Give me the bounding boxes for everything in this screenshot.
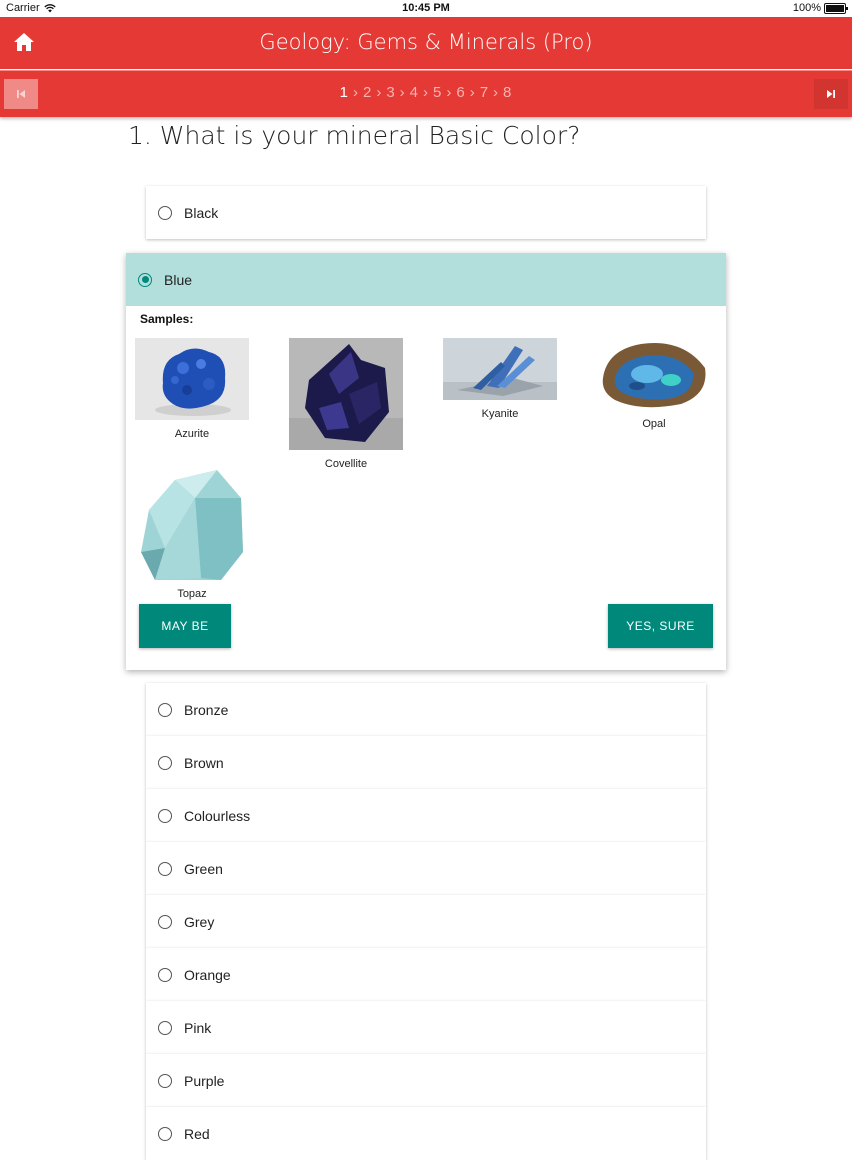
option-label: Colourless bbox=[184, 807, 251, 824]
option-black[interactable]: Black bbox=[146, 186, 706, 239]
radio-icon bbox=[158, 205, 172, 220]
step-navigation: 1 › 2 › 3 › 4 › 5 › 6 › 7 › 8 bbox=[0, 70, 852, 117]
step-6[interactable]: 6 bbox=[456, 84, 465, 101]
topaz-image bbox=[135, 468, 249, 580]
azurite-image bbox=[135, 338, 249, 420]
last-step-button[interactable] bbox=[814, 79, 848, 109]
radio-icon bbox=[158, 861, 172, 876]
step-4[interactable]: 4 bbox=[410, 84, 419, 101]
radio-icon bbox=[158, 1126, 172, 1141]
radio-icon bbox=[158, 1073, 172, 1088]
option-purple[interactable]: Purple bbox=[146, 1054, 706, 1107]
chevron-right-icon: › bbox=[352, 84, 359, 101]
battery-indicator: 100% bbox=[792, 2, 848, 14]
kyanite-image bbox=[443, 338, 557, 400]
chevron-right-icon: › bbox=[399, 84, 406, 101]
question-title: 1. What is your mineral Basic Color? bbox=[128, 121, 581, 150]
option-label: Pink bbox=[184, 1019, 212, 1036]
sample-covellite[interactable]: Covellite bbox=[289, 338, 403, 470]
option-label: Bronze bbox=[184, 701, 229, 718]
selected-option-card: Blue Samples: Azurite Covellite Kyanite … bbox=[126, 253, 726, 670]
sample-azurite[interactable]: Azurite bbox=[135, 338, 249, 440]
radio-icon bbox=[158, 967, 172, 982]
chevron-right-icon: › bbox=[376, 84, 383, 101]
radio-icon bbox=[158, 1020, 172, 1035]
sample-kyanite[interactable]: Kyanite bbox=[443, 338, 557, 420]
radio-icon bbox=[158, 914, 172, 929]
option-label: Orange bbox=[184, 966, 231, 983]
status-bar: Carrier 10:45 PM 100% bbox=[0, 0, 852, 17]
option-grey[interactable]: Grey bbox=[146, 895, 706, 948]
sample-name: Kyanite bbox=[481, 408, 519, 420]
option-bronze[interactable]: Bronze bbox=[146, 683, 706, 736]
sample-name: Topaz bbox=[177, 588, 207, 600]
option-label: Purple bbox=[184, 1072, 225, 1089]
step-3[interactable]: 3 bbox=[386, 84, 395, 101]
maybe-button[interactable]: MAY BE bbox=[139, 604, 231, 648]
radio-icon bbox=[158, 808, 172, 823]
option-pink[interactable]: Pink bbox=[146, 1001, 706, 1054]
chevron-right-icon: › bbox=[469, 84, 476, 101]
step-8[interactable]: 8 bbox=[503, 84, 512, 101]
sample-topaz[interactable]: Topaz bbox=[135, 468, 249, 600]
option-blue[interactable]: Blue bbox=[126, 253, 726, 306]
option-label: Green bbox=[184, 860, 223, 877]
step-5[interactable]: 5 bbox=[433, 84, 442, 101]
app-title: Geology: Gems & Minerals (Pro) bbox=[259, 30, 593, 54]
radio-selected-icon bbox=[138, 272, 152, 287]
sample-opal[interactable]: Opal bbox=[597, 338, 711, 430]
battery-icon bbox=[824, 2, 848, 14]
battery-percent: 100% bbox=[792, 2, 821, 14]
chevron-right-icon: › bbox=[446, 84, 453, 101]
samples-label: Samples: bbox=[140, 312, 194, 326]
option-green[interactable]: Green bbox=[146, 842, 706, 895]
chevron-right-icon: › bbox=[493, 84, 500, 101]
option-label: Black bbox=[184, 204, 219, 221]
sample-name: Azurite bbox=[174, 428, 210, 440]
app-header: Geology: Gems & Minerals (Pro) bbox=[0, 17, 852, 69]
option-label: Blue bbox=[164, 271, 193, 288]
sample-name: Opal bbox=[642, 418, 666, 430]
option-label: Red bbox=[184, 1125, 210, 1142]
covellite-image bbox=[289, 338, 403, 450]
step-indicator: 1 › 2 › 3 › 4 › 5 › 6 › 7 › 8 bbox=[0, 84, 852, 101]
step-2[interactable]: 2 bbox=[363, 84, 372, 101]
option-brown[interactable]: Brown bbox=[146, 736, 706, 789]
option-red[interactable]: Red bbox=[146, 1107, 706, 1160]
yes-sure-button[interactable]: YES, SURE bbox=[608, 604, 713, 648]
chevron-right-icon: › bbox=[423, 84, 429, 101]
skip-forward-icon bbox=[827, 90, 835, 98]
sample-name: Covellite bbox=[324, 458, 368, 470]
step-7[interactable]: 7 bbox=[480, 84, 489, 101]
radio-icon bbox=[158, 702, 172, 717]
option-label: Brown bbox=[184, 754, 224, 771]
option-colourless[interactable]: Colourless bbox=[146, 789, 706, 842]
opal-image bbox=[597, 338, 711, 410]
clock: 10:45 PM bbox=[402, 2, 450, 14]
step-1[interactable]: 1 bbox=[340, 84, 349, 101]
radio-icon bbox=[158, 755, 172, 770]
option-orange[interactable]: Orange bbox=[146, 948, 706, 1001]
option-label: Grey bbox=[184, 913, 215, 930]
